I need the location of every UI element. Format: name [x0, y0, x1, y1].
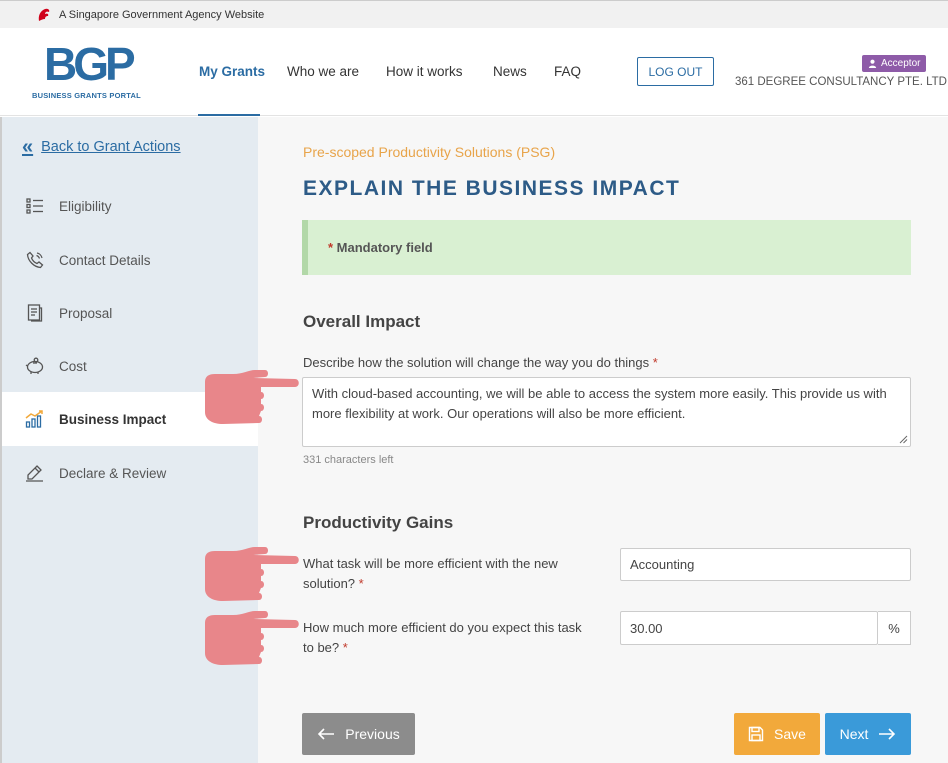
task-input-value: Accounting [630, 557, 695, 572]
sidebar-item-label: Declare & Review [59, 465, 167, 481]
nav-how-it-works[interactable]: How it works [386, 64, 463, 79]
piggy-bank-icon [24, 355, 46, 377]
nav-faq[interactable]: FAQ [554, 64, 581, 79]
gov-banner: A Singapore Government Agency Website [0, 0, 948, 28]
sidebar-item-proposal[interactable]: Proposal [2, 286, 258, 340]
role-label: Acceptor [881, 58, 921, 69]
arrow-right-icon [879, 728, 896, 740]
active-nav-indicator [198, 114, 260, 116]
sidebar-item-declare-review[interactable]: Declare & Review [2, 446, 258, 500]
efficiency-input-value: 30.00 [630, 620, 663, 636]
characters-left-counter: 331 characters left [303, 454, 394, 466]
nav-my-grants[interactable]: My Grants [199, 64, 265, 79]
next-label: Next [839, 726, 869, 742]
question-text: Describe how the solution will change th… [303, 355, 650, 370]
sidebar-item-label: Eligibility [59, 198, 112, 214]
company-name: 361 DEGREE CONSULTANCY PTE. LTD. [735, 76, 948, 88]
save-button[interactable]: Save [734, 713, 820, 755]
sidebar-item-label: Cost [59, 358, 87, 374]
gov-banner-text: A Singapore Government Agency Website [59, 9, 265, 21]
percent-addon: % [878, 611, 911, 645]
resize-handle-icon[interactable] [899, 435, 908, 444]
sidebar-item-label: Contact Details [59, 252, 151, 268]
sidebar-item-label: Business Impact [59, 411, 167, 427]
pointing-hand-icon [205, 370, 299, 424]
overall-impact-heading: Overall Impact [303, 312, 421, 331]
required-asterisk: * [339, 640, 348, 655]
user-icon [868, 59, 877, 68]
required-asterisk: * [649, 355, 658, 370]
role-badge: Acceptor [862, 55, 927, 72]
lion-head-icon [38, 8, 50, 21]
required-asterisk: * [328, 240, 337, 255]
back-to-grant-actions-link[interactable]: « Back to Grant Actions [22, 136, 181, 158]
overall-impact-textarea[interactable]: With cloud-based accounting, we will be … [302, 377, 911, 447]
document-icon [24, 302, 46, 324]
save-label: Save [774, 726, 806, 742]
efficiency-input[interactable]: 30.00 [620, 611, 878, 645]
back-link-label: Back to Grant Actions [41, 139, 181, 155]
list-icon [24, 195, 46, 217]
pointing-hand-icon [205, 611, 299, 665]
floppy-disk-icon [748, 726, 764, 742]
textarea-value: With cloud-based accounting, we will be … [312, 386, 887, 421]
task-input[interactable]: Accounting [620, 548, 911, 581]
previous-label: Previous [345, 726, 400, 742]
double-chevron-left-icon: « [22, 136, 34, 158]
nav-news[interactable]: News [493, 64, 527, 79]
sidebar-item-contact-details[interactable]: Contact Details [2, 233, 258, 287]
main-content: Pre-scoped Productivity Solutions (PSG) … [258, 117, 948, 763]
pointing-hand-icon [205, 547, 299, 601]
arrow-left-icon [318, 728, 335, 740]
mandatory-note-text: Mandatory field [336, 240, 433, 255]
grant-type-label: Pre-scoped Productivity Solutions (PSG) [303, 144, 556, 160]
logo-main: BGP [44, 38, 136, 90]
required-asterisk: * [355, 576, 364, 591]
site-header: BGP BUSINESS GRANTS PORTAL My Grants Who… [0, 28, 948, 116]
overall-impact-question: Describe how the solution will change th… [303, 353, 658, 373]
bgp-logo[interactable]: BGP BUSINESS GRANTS PORTAL [32, 40, 147, 102]
next-button[interactable]: Next [825, 713, 911, 755]
mandatory-field-notice: * Mandatory field [302, 220, 911, 275]
sidebar-item-label: Proposal [59, 305, 113, 321]
task-question: What task will be more efficient with th… [303, 554, 593, 594]
phone-icon [24, 249, 46, 271]
bar-chart-icon [24, 408, 46, 430]
productivity-gains-heading: Productivity Gains [303, 513, 454, 532]
pen-icon [24, 462, 46, 484]
previous-button[interactable]: Previous [302, 713, 415, 755]
logo-subtitle: BUSINESS GRANTS PORTAL [32, 91, 141, 100]
sidebar-item-eligibility[interactable]: Eligibility [2, 179, 258, 233]
nav-who-we-are[interactable]: Who we are [287, 64, 359, 79]
logout-button[interactable]: LOG OUT [637, 57, 714, 86]
page-title: EXPLAIN THE BUSINESS IMPACT [303, 177, 681, 200]
question-text: What task will be more efficient with th… [303, 556, 558, 591]
efficiency-question: How much more efficient do you expect th… [303, 618, 593, 658]
